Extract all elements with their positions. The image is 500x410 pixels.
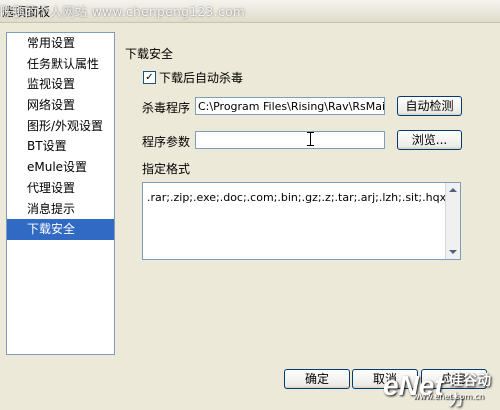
nav-item-appearance[interactable]: 图形/外观设置 — [7, 116, 114, 137]
watermark: 陈鹏的个人网站 www.chenpeng123.com — [0, 5, 246, 19]
auto-kill-checkbox[interactable]: ✓ — [143, 71, 156, 84]
nav-item-task-defaults[interactable]: 任务默认属性 — [7, 54, 114, 75]
formats-textarea[interactable]: .rar;.zip;.exe;.doc;.com;.bin;.gz;.z;.ta… — [142, 182, 461, 260]
nav-item-proxy[interactable]: 代理设置 — [7, 178, 114, 199]
params-label: 程序参数 — [142, 135, 191, 149]
formats-scrollbar[interactable] — [445, 183, 460, 259]
formats-text: .rar;.zip;.exe;.doc;.com;.bin;.gz;.z;.ta… — [147, 191, 461, 204]
settings-nav-list[interactable]: 常用设置 任务默认属性 监视设置 网络设置 图形/外观设置 BT设置 eMule… — [6, 32, 115, 355]
nav-item-download-security[interactable]: 下载安全 — [7, 219, 114, 240]
params-input[interactable] — [195, 131, 385, 149]
nav-item-bt[interactable]: BT设置 — [7, 136, 114, 157]
antivirus-label: 杀毒程序 — [142, 101, 191, 115]
nav-item-emule[interactable]: eMule设置 — [7, 157, 114, 178]
nav-item-general[interactable]: 常用设置 — [7, 33, 114, 54]
auto-detect-button[interactable]: 自动检测 — [397, 96, 462, 116]
nav-item-notifications[interactable]: 消息提示 — [7, 199, 114, 220]
formats-label: 指定格式 — [142, 162, 191, 176]
scroll-down-icon[interactable] — [449, 250, 457, 254]
logo-brand-cn: 硅谷动力 — [449, 373, 491, 409]
nav-item-monitor[interactable]: 监视设置 — [7, 74, 114, 95]
scroll-up-icon[interactable] — [449, 188, 457, 192]
ok-button[interactable]: 确定 — [284, 369, 350, 389]
nav-item-network[interactable]: 网络设置 — [7, 95, 114, 116]
browse-button[interactable]: 浏览... — [397, 130, 462, 150]
antivirus-path-field[interactable]: C:\Program Files\Rising\Rav\RsMain.exe — [195, 97, 385, 115]
section-title: 下载安全 — [125, 47, 174, 61]
auto-kill-label[interactable]: 下载后自动杀毒 — [159, 69, 243, 86]
logo-url: www.enet.com.cn — [413, 392, 485, 401]
title-bar: 选项面板 陈鹏的个人网站 www.chenpeng123.com — [0, 0, 500, 23]
text-cursor-icon — [307, 132, 314, 146]
download-security-panel: 下载安全 ✓ 下载后自动杀毒 杀毒程序 C:\Program Files\Ris… — [120, 32, 492, 353]
enet-logo: eNet 硅谷动力 www.enet.com.cn — [383, 368, 500, 409]
